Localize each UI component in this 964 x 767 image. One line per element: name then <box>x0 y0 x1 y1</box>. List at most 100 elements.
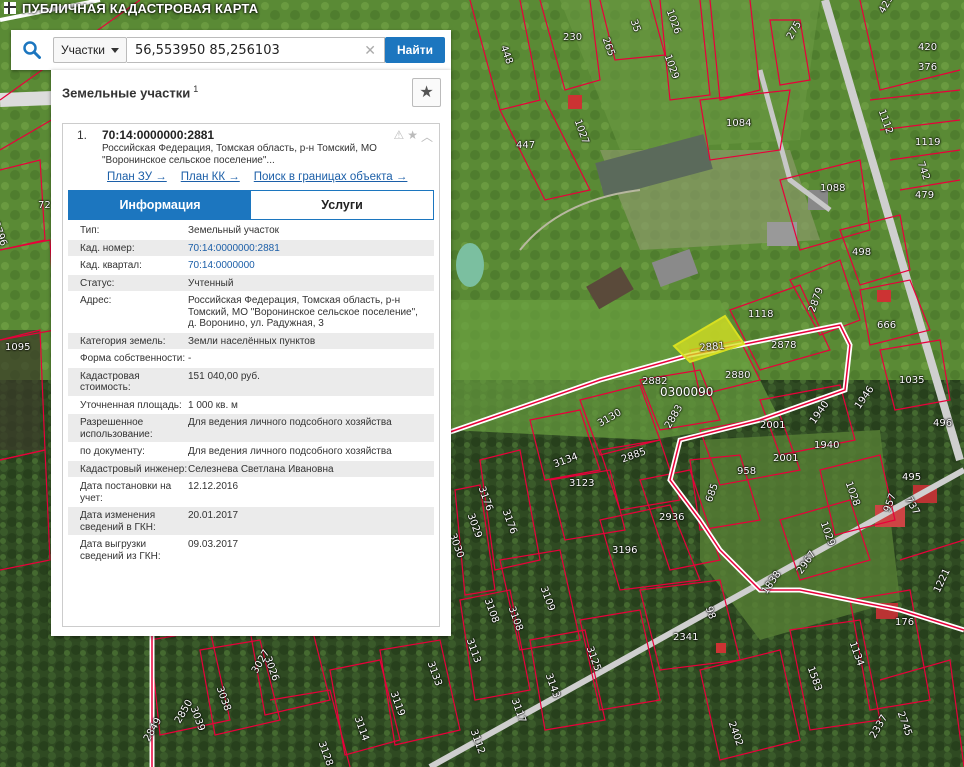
parcel-label: 1119 <box>915 137 941 148</box>
result-cad-number[interactable]: 70:14:0000000:2881 <box>102 128 214 142</box>
info-key: Тип: <box>80 225 100 236</box>
info-row: Кадастровый инженер: Селезнева Светлана И… <box>68 460 434 478</box>
info-row: Форма собственности: - <box>68 350 434 368</box>
info-value: Для ведения личного подсобного хозяйства <box>188 446 392 457</box>
plan-kk-link[interactable]: План КК → <box>181 171 240 183</box>
info-row: Дата постановки на учет: 12.12.2016 <box>68 478 434 507</box>
info-key: по документу: <box>80 446 145 457</box>
result-index: 1. <box>77 128 88 142</box>
info-value: Земельный участок <box>188 225 280 236</box>
info-key: Форма собственности: <box>80 353 186 364</box>
parcel-label: 1118 <box>748 309 774 320</box>
warning-icon[interactable]: ⚠ <box>393 128 404 145</box>
info-value: 151 040,00 руб. <box>188 370 260 382</box>
clear-icon[interactable]: ✕ <box>364 42 376 59</box>
tab-information[interactable]: Информация <box>69 191 251 219</box>
info-value: Земли населённых пунктов <box>188 335 316 347</box>
info-key: Адрес: <box>80 295 112 306</box>
parcel-label: 3123 <box>569 478 595 489</box>
panel-title: Земельные участки 1 <box>62 84 198 100</box>
parcel-label: 2936 <box>659 512 685 523</box>
rosreestr-logo-icon <box>4 2 16 14</box>
info-key: Уточненная площадь: <box>80 399 182 411</box>
result-address: Российская Федерация, Томская область, р… <box>102 143 377 166</box>
info-key: Кад. квартал: <box>80 260 142 271</box>
info-row: Разрешенное использование: Для ведения ли… <box>68 414 434 443</box>
parcel-label: 2341 <box>673 632 699 643</box>
chevron-down-icon <box>111 47 119 53</box>
info-row: Уточненная площадь: 1 000 кв. м <box>68 397 434 414</box>
star-icon: ★ <box>419 84 434 101</box>
result-card-icons: ⚠ ★ ︿ <box>393 128 433 145</box>
parcel-label: 498 <box>852 247 872 258</box>
parcel-label: 2881 <box>699 340 726 354</box>
search-toggle-button[interactable] <box>11 30 53 70</box>
info-key: Разрешенное использование: <box>80 417 153 440</box>
info-value: 20.01.2017 <box>188 510 239 521</box>
info-row: Кад. номер: 70:14:0000000:2881 <box>68 239 434 257</box>
info-value: Учтенный <box>188 277 234 289</box>
parcel-label: 1095 <box>5 342 31 353</box>
tab-services[interactable]: Услуги <box>251 191 433 219</box>
result-links: План ЗУ → План КК → Поиск в границах объ… <box>107 171 407 183</box>
info-row: Категория земель: Земли населённых пункто… <box>68 332 434 350</box>
search-layer-select[interactable]: Участки <box>53 37 127 63</box>
search-bar: Участки ✕ Найти <box>11 30 451 70</box>
info-row: Дата выгрузки сведений из ГКН: 09.03.2017 <box>68 536 434 565</box>
info-row: Кад. квартал: 70:14:0000000 <box>68 257 434 275</box>
info-value: 12.12.2016 <box>188 481 239 492</box>
parcel-label: 2880 <box>725 370 751 381</box>
info-row: по документу: Для ведения личного подсобн… <box>68 443 434 461</box>
info-row: Кадастровая стоимость: 151 040,00 руб. <box>68 367 434 397</box>
favorites-button[interactable]: ★ <box>412 77 441 107</box>
parcel-label: 447 <box>516 140 536 151</box>
parcel-label: 496 <box>933 418 953 429</box>
info-value: 1 000 кв. м <box>188 399 238 411</box>
result-card: 1. 70:14:0000000:2881 Российская Федерац… <box>62 123 440 627</box>
search-query-wrap: ✕ <box>127 37 386 63</box>
search-input[interactable] <box>135 42 361 58</box>
info-key: Кадастровая стоимость: <box>80 370 140 394</box>
info-key: Кад. номер: <box>80 242 135 254</box>
info-key: Статус: <box>80 277 115 289</box>
info-key: Категория земель: <box>80 335 166 347</box>
panel-header: Земельные участки 1 ★ <box>51 70 451 114</box>
info-value[interactable]: 70:14:0000000:2881 <box>188 243 434 255</box>
parcel-label: 2878 <box>771 340 797 351</box>
parcel-label: 3196 <box>612 545 638 556</box>
parcel-label: 2001 <box>760 420 786 431</box>
chevron-up-icon[interactable]: ︿ <box>421 128 433 145</box>
info-key: Кадастровый инженер: <box>80 463 188 475</box>
info-value: - <box>188 353 192 364</box>
plan-zu-link[interactable]: План ЗУ → <box>107 171 167 183</box>
star-icon[interactable]: ★ <box>407 128 418 145</box>
info-value: Для ведения личного подсобного хозяйства <box>188 417 392 428</box>
app-title: ПУБЛИЧНАЯ КАДАСТРОВАЯ КАРТА <box>0 0 258 16</box>
result-card-header: 1. 70:14:0000000:2881 Российская Федерац… <box>63 124 439 194</box>
parcel-label: 1088 <box>820 183 846 194</box>
info-key: Дата выгрузки сведений из ГКН: <box>80 539 161 562</box>
search-icon <box>23 41 41 59</box>
parcel-label: 479 <box>915 190 935 201</box>
search-layer-label: Участки <box>61 43 105 57</box>
info-row: Статус: Учтенный <box>68 274 434 292</box>
find-button[interactable]: Найти <box>385 37 445 63</box>
info-row: Дата изменения сведений в ГКН: 20.01.2017 <box>68 507 434 536</box>
panel-title-text: Земельные участки <box>62 85 191 101</box>
cadastral-quarter-label: 0300090 <box>660 385 714 399</box>
result-count: 1 <box>193 83 199 94</box>
parcel-label: 666 <box>877 320 897 331</box>
search-in-bounds-link[interactable]: Поиск в границах объекта → <box>254 171 408 183</box>
results-panel: Земельные участки 1 ★ 1. 70:14:0000000:28… <box>51 70 451 636</box>
parcel-label: 176 <box>895 617 915 628</box>
info-table: Тип: Земельный участок Кад. номер: 70:14:00… <box>68 222 434 565</box>
parcel-label: 495 <box>902 472 922 483</box>
parcel-label: 420 <box>918 42 938 53</box>
info-value[interactable]: 70:14:0000000 <box>188 260 434 272</box>
parcel-label: 230 <box>563 32 583 43</box>
info-row: Адрес: Российская Федерация, Томская обла… <box>68 292 434 333</box>
info-key: Дата изменения сведений в ГКН: <box>80 510 156 533</box>
parcel-label: 1084 <box>726 118 752 129</box>
parcel-label: 958 <box>737 466 757 477</box>
info-row: Тип: Земельный участок <box>68 222 434 240</box>
